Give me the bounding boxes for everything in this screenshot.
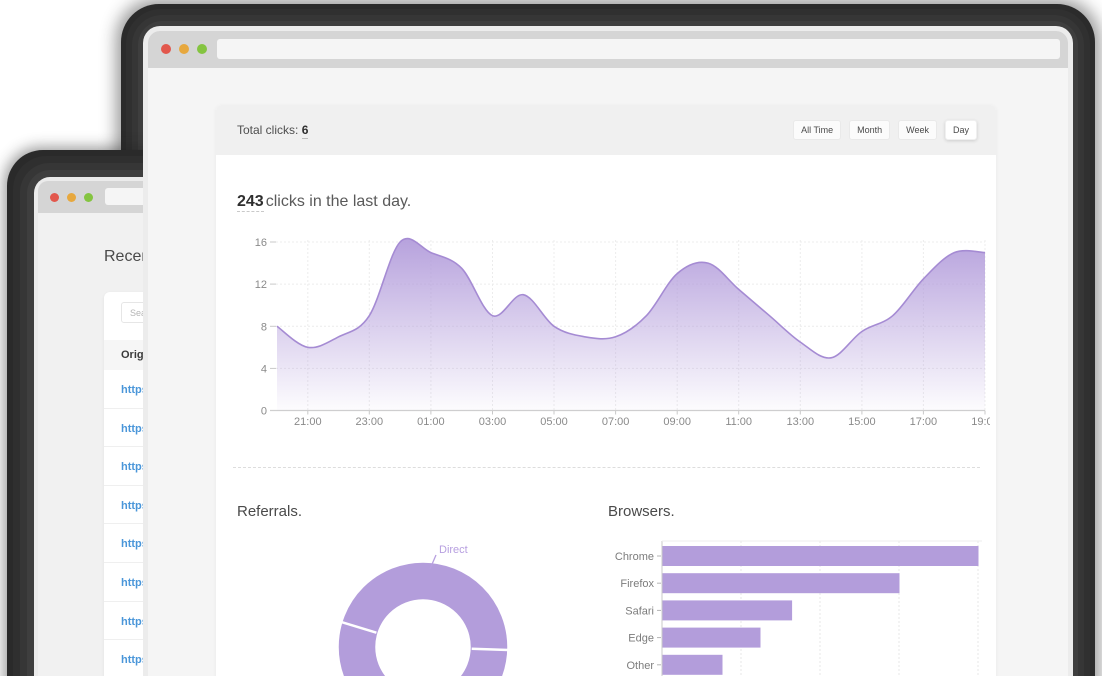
section-divider — [233, 467, 980, 468]
doughnut-svg: Direct — [330, 528, 540, 676]
browsers-bar-chart: Chrome Firefox Safari Edge Other — [604, 534, 998, 676]
direct-slice-label: Direct — [439, 544, 468, 556]
address-bar[interactable] — [217, 39, 1060, 59]
range-button-month[interactable]: Month — [849, 120, 890, 140]
titlebar — [148, 31, 1068, 68]
x-tick-label: 09:00 — [663, 416, 691, 428]
y-tick-label: 16 — [255, 237, 267, 249]
close-button[interactable] — [50, 193, 59, 202]
bar-safari — [663, 600, 793, 620]
window-controls — [50, 193, 101, 202]
time-range-buttons: All Time Month Week Day — [793, 120, 977, 140]
x-tick-label: 07:00 — [602, 416, 630, 428]
zoom-button[interactable] — [84, 193, 93, 202]
bar-label-other: Other — [626, 660, 654, 672]
area-series-fill — [277, 239, 985, 411]
y-tick-label: 8 — [261, 321, 267, 333]
y-tick-label: 4 — [261, 363, 267, 375]
x-tick-label: 23:00 — [356, 416, 384, 428]
referrals-donut-chart: Direct — [330, 528, 540, 676]
bar-chart-svg: Chrome Firefox Safari Edge Other — [604, 534, 998, 676]
x-tick-label: 05:00 — [540, 416, 568, 428]
zoom-button[interactable] — [197, 44, 207, 54]
x-tick-label: 03:00 — [479, 416, 507, 428]
doughnut-ring — [357, 581, 489, 676]
x-tick-label: 21:00 — [294, 416, 322, 428]
total-clicks-label: Total clicks: — [237, 123, 298, 137]
range-button-day[interactable]: Day — [945, 120, 977, 140]
clicks-headline: 243clicks in the last day. — [237, 193, 411, 211]
bar-firefox — [663, 573, 900, 593]
x-tick-label: 11:00 — [725, 416, 752, 428]
range-button-all-time[interactable]: All Time — [793, 120, 841, 140]
x-tick-label: 01:00 — [417, 416, 445, 428]
y-tick-label: 12 — [255, 279, 267, 291]
clicks-headline-text: clicks in the last day. — [266, 193, 412, 210]
clicks-count: 243 — [237, 193, 264, 212]
x-tick-label: 15:00 — [848, 416, 876, 428]
x-tick-label: 17:00 — [910, 416, 938, 428]
total-clicks: Total clicks: 6 — [237, 123, 308, 137]
bar-label-edge: Edge — [628, 633, 654, 645]
x-tick-label: 13:00 — [787, 416, 815, 428]
page: Recent Original URL https://https://http… — [0, 0, 1102, 676]
analytics-card: Total clicks: 6 All Time Month Week Day 243… — [216, 105, 996, 676]
area-chart-svg: 21:00 23:00 01:00 03:00 05:00 07:00 09:00 11:00… — [230, 226, 990, 432]
bar-chrome — [663, 546, 979, 566]
bar-edge — [663, 628, 761, 648]
window-controls — [161, 44, 215, 54]
browsers-title: Browsers. — [608, 503, 675, 520]
x-tick-label: 19:00 — [971, 416, 990, 428]
bar-label-chrome: Chrome — [615, 551, 654, 563]
segment-divider — [472, 649, 509, 650]
foreground-browser-window: Total clicks: 6 All Time Month Week Day 243… — [148, 31, 1068, 676]
clicks-area-chart: 21:00 23:00 01:00 03:00 05:00 07:00 09:00 11:00… — [230, 226, 990, 432]
referrals-title: Referrals. — [237, 503, 302, 520]
bar-other — [663, 655, 723, 675]
range-button-week[interactable]: Week — [898, 120, 937, 140]
y-tick-label: 0 — [261, 406, 267, 418]
bar-label-firefox: Firefox — [620, 578, 654, 590]
bar-label-safari: Safari — [625, 605, 654, 617]
close-button[interactable] — [161, 44, 171, 54]
minimize-button[interactable] — [67, 193, 76, 202]
stats-bar: Total clicks: 6 All Time Month Week Day — [216, 105, 996, 155]
total-clicks-value: 6 — [302, 123, 309, 139]
minimize-button[interactable] — [179, 44, 189, 54]
